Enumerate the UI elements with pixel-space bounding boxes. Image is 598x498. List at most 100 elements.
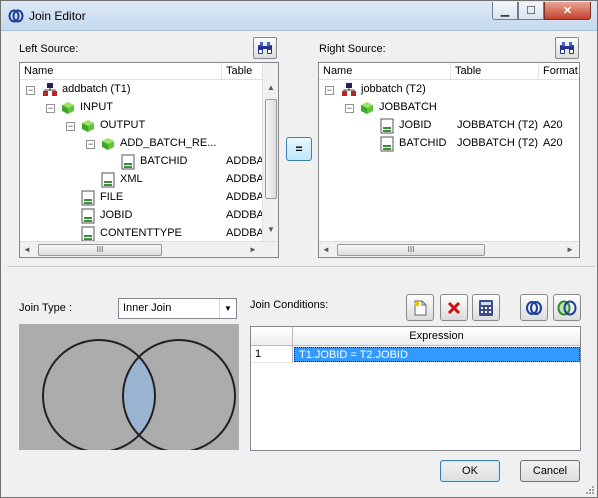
tree-node-label: jobbatch (T2) [361,83,426,95]
scroll-left-icon[interactable]: ◄ [319,245,333,254]
tree-row[interactable]: − JOBBATCH [319,99,579,117]
close-icon: ✕ [562,5,573,17]
tree-node-table: JOBBATCH (T2) [457,119,539,131]
scroll-thumb[interactable]: III [337,244,485,256]
maximize-button[interactable]: ☐ [518,2,544,20]
tree-node-label: XML [120,173,143,185]
collapse-icon[interactable]: − [345,104,354,113]
join-type-value: Inner Join [123,302,172,314]
field-icon [81,190,95,206]
left-find-button[interactable] [253,37,277,59]
tree-row[interactable]: − addbatch (T1) [20,81,264,99]
element-group-icon [62,102,74,114]
scroll-down-icon[interactable]: ▼ [264,225,278,234]
chevron-down-icon[interactable]: ▼ [219,299,236,318]
field-icon [81,208,95,224]
join-conditions-label: Join Conditions: [250,299,329,311]
join-link-button[interactable] [520,294,548,321]
scroll-thumb[interactable] [265,99,277,199]
tree-node-table: ADDBA [226,155,264,167]
cancel-button[interactable]: Cancel [520,460,580,482]
join-rings-color-icon [557,300,577,315]
right-find-button[interactable] [555,37,579,59]
title-bar[interactable]: Join Editor ▁ ☐ ✕ [1,1,597,31]
tree-node-label: addbatch (T1) [62,83,131,95]
right-col-format-header[interactable]: Format [539,63,579,80]
right-source-tree[interactable]: Name Table Format − jobbatch (T2) − JOBB… [318,62,580,258]
scroll-right-icon[interactable]: ► [563,245,577,254]
binoculars-icon [560,42,574,54]
collapse-icon[interactable]: − [26,86,35,95]
tree-node-table: ADDBA [226,227,264,239]
left-col-name-header[interactable]: Name [20,63,222,80]
tree-node-format: A20 [543,119,563,131]
tree-row[interactable]: FILE ADDBA [20,189,264,207]
tree-node-label: JOBBATCH [379,101,437,113]
ok-button[interactable]: OK [440,460,500,482]
tree-row[interactable]: JOBID ADDBA [20,207,264,225]
tree-row[interactable]: − INPUT [20,99,264,117]
join-app-icon [8,9,24,23]
condition-row[interactable]: 1 T1.JOBID = T2.JOBID [251,346,580,363]
new-condition-button[interactable] [406,294,434,321]
equals-join-button[interactable]: = [286,137,312,161]
close-button[interactable]: ✕ [544,2,591,20]
delete-condition-button[interactable] [440,294,468,321]
venn-circles [42,339,236,450]
element-group-icon [102,138,114,150]
minimize-button[interactable]: ▁ [492,2,518,20]
calculator-icon [479,299,493,316]
join-type-label: Join Type : [19,302,72,314]
right-horizontal-scrollbar[interactable]: ◄ III ► [319,241,579,257]
tree-node-label: BATCHID [399,137,447,149]
join-conditions-grid[interactable]: Expression 1 T1.JOBID = T2.JOBID [250,326,581,451]
tree-row[interactable]: − jobbatch (T2) [319,81,579,99]
binoculars-icon [258,42,272,54]
join-venn-diagram [19,324,239,450]
collapse-icon[interactable]: − [66,122,75,131]
tree-node-label: JOBID [100,209,133,221]
left-vertical-scrollbar[interactable]: ▲ ▼ [262,63,278,241]
left-source-label: Left Source: [19,43,79,55]
tree-node-label: CONTENTTYPE [100,227,182,239]
tree-node-format: A20 [543,137,563,149]
collapse-icon[interactable]: − [46,104,55,113]
tree-row[interactable]: − OUTPUT [20,117,264,135]
scroll-thumb[interactable]: III [38,244,162,256]
tree-row[interactable]: BATCHID ADDBA [20,153,264,171]
join-rings-icon [526,300,542,315]
grid-header: Expression [251,327,580,346]
minimize-icon: ▁ [500,5,510,17]
scroll-up-icon[interactable]: ▲ [264,83,278,92]
right-tree-header: Name Table Format [319,63,579,80]
element-group-icon [82,120,94,132]
tree-row[interactable]: BATCHID JOBBATCH (T2) A20 [319,135,579,153]
tree-node-label: JOBID [399,119,432,131]
left-col-table-header[interactable]: Table [222,63,264,80]
window-title: Join Editor [29,9,86,23]
right-col-name-header[interactable]: Name [319,63,451,80]
right-source-label: Right Source: [319,43,386,55]
tree-node-label: BATCHID [140,155,188,167]
left-source-tree[interactable]: Name Table − addbatch (T1) − INPUT − OUT… [19,62,279,258]
collapse-icon[interactable]: − [86,140,95,149]
join-options-button[interactable] [553,294,581,321]
field-icon [380,118,394,134]
right-col-table-header[interactable]: Table [451,63,539,80]
tree-row[interactable]: XML ADDBA [20,171,264,189]
maximize-icon: ☐ [526,5,536,17]
element-group-icon [361,102,373,114]
grid-corner [251,327,293,346]
scroll-right-icon[interactable]: ► [246,245,260,254]
condition-expression-cell[interactable]: T1.JOBID = T2.JOBID [294,347,580,362]
left-horizontal-scrollbar[interactable]: ◄ III ► [20,241,278,257]
resize-grip-icon[interactable] [583,483,595,495]
scroll-left-icon[interactable]: ◄ [20,245,34,254]
tree-row[interactable]: − ADD_BATCH_RE... [20,135,264,153]
join-type-dropdown[interactable]: Inner Join ▼ [118,298,237,319]
delete-x-icon [447,301,461,314]
expression-column-header[interactable]: Expression [293,327,580,346]
tree-row[interactable]: JOBID JOBBATCH (T2) A20 [319,117,579,135]
expression-builder-button[interactable] [472,294,500,321]
collapse-icon[interactable]: − [325,86,334,95]
